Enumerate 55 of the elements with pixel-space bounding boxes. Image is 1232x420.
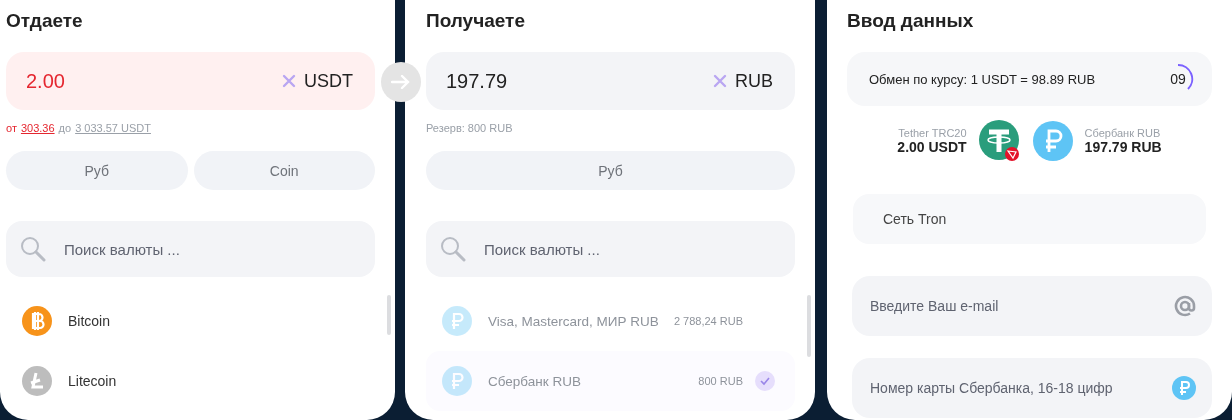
rate-text: Обмен по курсу: 1 USDT = 98.89 RUB [869,71,1097,87]
filter-tab[interactable]: Руб [426,151,795,190]
amount-value: 2.00 [26,69,66,93]
currency-name: Сбербанк RUB [488,373,582,389]
currency-item[interactable]: Litecoin [6,351,375,411]
at-icon [1174,295,1196,317]
ruble-icon [1172,376,1196,400]
currency-name: Bitcoin [68,313,111,329]
amount-text: 2.00 USDT [897,139,967,155]
tether-icon [978,120,1021,162]
search-placeholder: Поиск валюты ... [64,240,181,258]
check-icon [755,371,775,391]
filter-tab[interactable]: Руб [6,151,188,190]
min-link[interactable]: 303.36 [20,122,55,136]
max-link[interactable]: 3 033.57 USDT [75,122,151,136]
reserve-label: Резерв: 800 RUB [426,122,513,136]
amount-text: 197.79 RUB [1084,139,1162,155]
panel-title: Отдаете [6,9,84,33]
range-label: от [6,122,17,136]
amount-field[interactable]: 197.79 RUB [426,52,795,110]
currency-name: Сбербанк RUB [1084,127,1161,139]
ruble-icon [442,306,472,336]
search-icon [20,236,46,262]
amount-value: 197.79 [446,69,509,93]
filter-tab[interactable]: Coin [193,151,375,190]
reserve-amount: 800 RUB [698,375,743,387]
currency-name: Visa, Mastercard, МИР RUB [488,313,660,329]
ruble-icon [1032,121,1073,161]
close-icon[interactable] [282,74,296,88]
panel-title: Получаете [426,9,526,33]
ruble-icon [442,366,472,396]
close-icon[interactable] [713,74,727,88]
input-field[interactable]: Введите Ваш e-mail [852,276,1212,336]
timer-value: 09 [1170,71,1186,87]
search-placeholder: Поиск валюты ... [484,240,601,258]
field-placeholder: Номер карты Сбербанка, 16-18 цифр [870,380,1114,396]
range-label: до [58,122,72,136]
panel-title: Ввод данных [847,9,975,33]
input-field[interactable]: Номер карты Сбербанка, 16-18 цифр [852,358,1212,418]
currency-item[interactable]: Bitcoin [6,291,375,351]
search-icon [440,236,466,262]
bitcoin-icon [22,306,52,336]
search-field[interactable]: Поиск валюты ... [426,221,795,277]
network-field[interactable]: Сеть Tron [853,194,1206,244]
arrow-icon [391,75,411,89]
currency-label: USDT [304,70,353,92]
litecoin-icon [22,366,52,396]
reserve-amount: 2 788,24 RUB [673,315,743,327]
currency-name: Tether TRC20 [898,127,967,139]
currency-label: RUB [735,70,773,92]
search-field[interactable]: Поиск валюты ... [6,221,375,277]
currency-name: Litecoin [68,373,117,389]
field-placeholder: Введите Ваш e-mail [870,298,1000,314]
network-value: Сеть Tron [883,211,948,227]
amount-field[interactable]: 2.00 USDT [6,52,375,110]
